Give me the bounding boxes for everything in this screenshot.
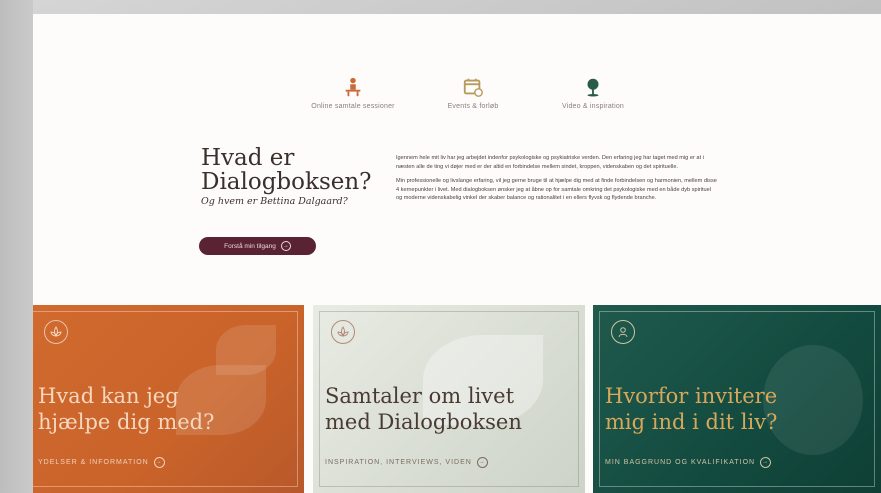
page-left-margin [0,0,33,493]
card-link-label: INSPIRATION, INTERVIEWS, VIDEN [325,459,472,466]
intro-paragraph: Igennem hele mit liv har jeg arbejdet in… [396,155,704,170]
feature-row: Online samtale sessioner Events & forløb… [33,76,881,126]
profile-icon [611,320,635,344]
arrow-right-icon: → [153,457,165,468]
approach-button[interactable]: Forstå min tilgang → [199,237,316,255]
card-title: Hvad kan jeg hjælpe dig med? [38,383,214,435]
card-title-line2: hjælpe dig med? [38,410,215,434]
card-title: Samtaler om livet med Dialogboksen [325,383,522,435]
arrow-right-icon: → [760,457,772,468]
feature-label: Online samtale sessioner [311,103,395,110]
card-title-line1: Hvorfor invitere [605,384,778,408]
consultation-icon [345,77,361,97]
feature-online-sessions[interactable]: Online samtale sessioner [293,76,413,110]
intro-paragraph: Min professionelle og livslange erfaring… [396,178,717,202]
card-title-line2: med Dialogboksen [325,410,522,434]
feature-label: Events & forløb [447,103,499,110]
feature-video[interactable]: Video & inspiration [533,76,653,110]
feature-label: Video & inspiration [561,103,625,110]
card-link[interactable]: INSPIRATION, INTERVIEWS, VIDEN → [325,457,488,468]
arrow-right-icon: → [476,457,488,468]
approach-button-label: Forstå min tilgang [224,242,276,250]
card-background[interactable]: Hvorfor invitere mig ind i dit liv? MIN … [593,305,881,493]
card-link[interactable]: MIN BAGGRUND OG KVALIFIKATION → [605,457,772,468]
lotus-icon [331,320,355,344]
intro-text: Igennem hele mit liv har jeg arbejdet in… [396,154,718,209]
card-conversations[interactable]: Samtaler om livet med Dialogboksen INSPI… [313,305,585,493]
feature-events[interactable]: Events & forløb [413,76,533,110]
card-title: Hvorfor invitere mig ind i dit liv? [605,383,777,435]
arrow-right-icon: → [280,241,291,251]
intro-title-line1: Hvad er [201,145,295,171]
card-title-line2: mig ind i dit liv? [605,410,778,434]
card-link-label: MIN BAGGRUND OG KVALIFIKATION [605,459,756,466]
lotus-icon [44,320,68,344]
intro-subtitle: Og hvem er Bettina Dalgaard? [201,196,348,207]
card-title-line1: Samtaler om livet [325,384,515,408]
web-page: Online samtale sessioner Events & forløb… [33,14,881,493]
card-link[interactable]: YDELSER & INFORMATION → [38,457,165,468]
calendar-icon [463,78,483,97]
card-services[interactable]: Hvad kan jeg hjælpe dig med? YDELSER & I… [33,305,304,493]
intro-title-line2: Dialogboksen? [201,169,372,195]
tree-icon [587,78,599,97]
card-title-line1: Hvad kan jeg [38,384,179,408]
intro-title: Hvad er Dialogboksen? [201,146,372,194]
card-link-label: YDELSER & INFORMATION [38,459,149,466]
